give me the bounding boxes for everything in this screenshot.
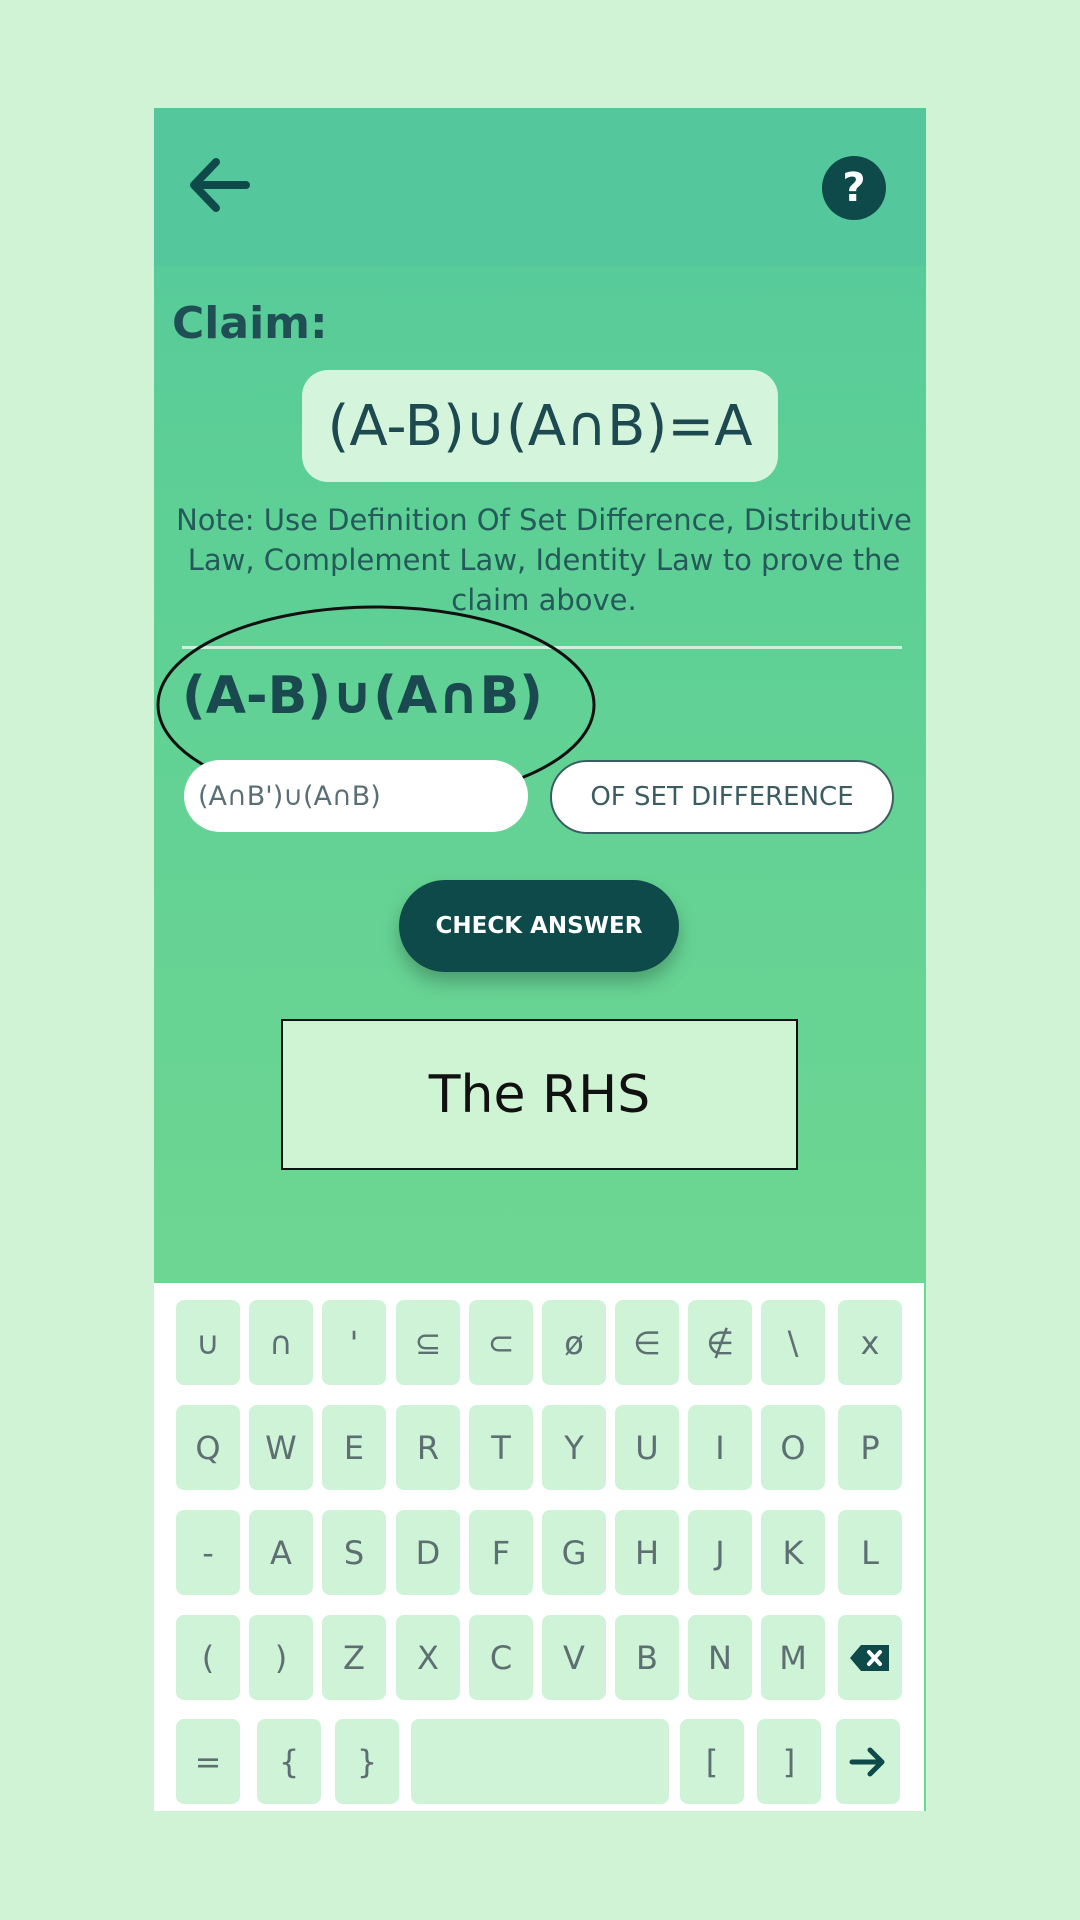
law-select[interactable]: OF SET DIFFERENCE bbox=[550, 760, 894, 834]
key-k[interactable]: K bbox=[761, 1510, 825, 1595]
key-n[interactable]: N bbox=[688, 1615, 752, 1700]
key-h[interactable]: H bbox=[615, 1510, 679, 1595]
key-f[interactable]: F bbox=[469, 1510, 533, 1595]
claim-label: Claim: bbox=[172, 298, 328, 349]
result-box: The RHS bbox=[281, 1019, 798, 1170]
key-u[interactable]: U bbox=[615, 1405, 679, 1490]
top-bar: ? bbox=[154, 108, 926, 266]
key-e[interactable]: E bbox=[322, 1405, 386, 1490]
key-z[interactable]: Z bbox=[322, 1615, 386, 1700]
key-j[interactable]: J bbox=[688, 1510, 752, 1595]
key-close-paren[interactable]: ) bbox=[249, 1615, 313, 1700]
key-open-brace[interactable]: { bbox=[257, 1719, 321, 1804]
key-close-bracket[interactable]: ] bbox=[757, 1719, 821, 1804]
note-text: Note: Use Definition Of Set Difference, … bbox=[176, 503, 912, 617]
answer-input[interactable]: (A∩B')∪(A∩B) bbox=[184, 760, 528, 832]
key-not-element-of[interactable]: ∉ bbox=[688, 1300, 752, 1385]
key-open-bracket[interactable]: [ bbox=[680, 1719, 744, 1804]
enter-key[interactable] bbox=[836, 1719, 900, 1804]
key-v[interactable]: V bbox=[542, 1615, 606, 1700]
key-empty-set[interactable]: ø bbox=[542, 1300, 606, 1385]
key-backslash[interactable]: \ bbox=[761, 1300, 825, 1385]
key-x-letter[interactable]: X bbox=[396, 1615, 460, 1700]
key-open-paren[interactable]: ( bbox=[176, 1615, 240, 1700]
help-button[interactable]: ? bbox=[822, 156, 886, 220]
key-union[interactable]: ∪ bbox=[176, 1300, 240, 1385]
check-answer-button[interactable]: CHECK ANSWER bbox=[399, 880, 679, 972]
key-g[interactable]: G bbox=[542, 1510, 606, 1595]
key-a[interactable]: A bbox=[249, 1510, 313, 1595]
key-l[interactable]: L bbox=[838, 1510, 902, 1595]
backspace-key[interactable] bbox=[838, 1615, 902, 1700]
key-subset-eq[interactable]: ⊆ bbox=[396, 1300, 460, 1385]
arrow-left-icon[interactable] bbox=[184, 150, 254, 220]
key-m[interactable]: M bbox=[761, 1615, 825, 1700]
key-s[interactable]: S bbox=[322, 1510, 386, 1595]
key-i[interactable]: I bbox=[688, 1405, 752, 1490]
backspace-icon bbox=[850, 1644, 889, 1671]
key-close-brace[interactable]: } bbox=[335, 1719, 399, 1804]
divider bbox=[182, 646, 902, 649]
arrow-right-icon bbox=[849, 1747, 885, 1776]
claim-statement: (A-B)∪(A∩B)=A bbox=[302, 370, 778, 482]
key-subset[interactable]: ⊂ bbox=[469, 1300, 533, 1385]
key-equals[interactable]: = bbox=[176, 1719, 240, 1804]
key-w[interactable]: W bbox=[249, 1405, 313, 1490]
key-minus[interactable]: - bbox=[176, 1510, 240, 1595]
key-complement[interactable]: ' bbox=[322, 1300, 386, 1385]
key-o[interactable]: O bbox=[761, 1405, 825, 1490]
key-x[interactable]: x bbox=[838, 1300, 902, 1385]
space-key[interactable] bbox=[411, 1719, 669, 1804]
key-t[interactable]: T bbox=[469, 1405, 533, 1490]
key-q[interactable]: Q bbox=[176, 1405, 240, 1490]
step-expression: (A-B)∪(A∩B) bbox=[182, 666, 543, 726]
key-y[interactable]: Y bbox=[542, 1405, 606, 1490]
key-element-of[interactable]: ∈ bbox=[615, 1300, 679, 1385]
key-c[interactable]: C bbox=[469, 1615, 533, 1700]
key-b[interactable]: B bbox=[615, 1615, 679, 1700]
key-d[interactable]: D bbox=[396, 1510, 460, 1595]
math-keyboard: ∪ ∩ ' ⊆ ⊂ ø ∈ ∉ \ x Q W E R T Y U I O P … bbox=[154, 1283, 924, 1811]
key-p[interactable]: P bbox=[838, 1405, 902, 1490]
key-r[interactable]: R bbox=[396, 1405, 460, 1490]
key-intersection[interactable]: ∩ bbox=[249, 1300, 313, 1385]
